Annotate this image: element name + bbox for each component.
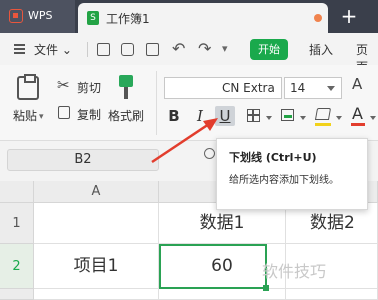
tooltip-title: 下划线 (Ctrl+U) [229,151,317,164]
copy-icon[interactable] [58,106,70,119]
wps-home-tab[interactable]: WPS [0,0,75,33]
file-menu-label: 文件 [34,43,59,57]
underline-tooltip: 下划线 (Ctrl+U) 给所选内容添加下划线。 [216,138,368,210]
workbook-tab-label: 工作簿1 [106,12,150,26]
underline-button[interactable]: U [215,106,235,126]
cell-a3[interactable] [34,289,159,300]
paste-icon[interactable] [17,74,39,100]
selected-cell-border [159,244,267,289]
column-header-a[interactable]: A [34,181,159,203]
fill-handle[interactable] [263,285,269,291]
font-color-swatch [351,123,365,126]
fill-color-swatch [315,123,331,126]
borders-dropdown-icon[interactable] [266,116,272,120]
font-color-button[interactable]: A [352,104,363,123]
fill-color-dropdown-icon[interactable] [336,116,342,120]
undo-icon[interactable]: ↶ [172,39,185,58]
ribbon: 粘贴 ▾ ✂ 剪切 复制 格式刷 CN Extra 14 A B I U A [0,65,378,141]
cell-a1[interactable] [34,203,159,244]
ribbon-divider [156,71,157,135]
font-size-value: 14 [290,81,306,95]
menu-divider [87,42,88,57]
cell-c3[interactable] [286,289,378,300]
copy-button[interactable]: 复制 [77,106,101,123]
paste-button-label[interactable]: 粘贴 [13,107,37,124]
title-bar: WPS S 工作簿1 + [0,0,378,33]
file-menu[interactable]: 文件 ⌄ [34,41,72,58]
watermark: 软件技巧 [262,262,327,281]
borders-icon[interactable] [247,109,260,122]
bold-button[interactable]: B [164,106,184,126]
cell-a2[interactable]: 项目1 [34,244,159,289]
redo-icon[interactable]: ↷ [198,39,211,58]
zoom-icon[interactable] [204,148,215,159]
tab-insert[interactable]: 插入 [309,41,333,58]
italic-button[interactable]: I [190,106,210,126]
unsaved-dot-icon [314,14,322,22]
tab-start[interactable]: 开始 [250,39,288,60]
print-icon[interactable] [121,43,134,56]
fill-color-icon[interactable] [314,108,332,120]
row-header-2[interactable]: 2 [0,244,34,289]
wps-logo-icon [9,9,23,23]
save-icon[interactable] [97,43,110,56]
cut-button[interactable]: 剪切 [77,79,101,96]
scissors-icon[interactable]: ✂ [57,78,70,93]
name-box[interactable]: B2 [7,149,159,171]
font-color-dropdown-icon[interactable] [370,116,376,120]
spreadsheet-icon: S [87,11,99,25]
format-painter-icon[interactable] [119,75,133,99]
new-tab-button[interactable]: + [337,6,361,28]
print-preview-icon[interactable] [146,43,159,56]
cell-style-dropdown-icon[interactable] [300,116,306,120]
paste-dropdown-icon[interactable]: ▾ [39,112,44,122]
row-header-1[interactable]: 1 [0,203,34,244]
quick-access-more-icon[interactable]: ▾ [222,42,228,55]
workbook-tab[interactable]: S 工作簿1 [78,3,328,33]
cell-style-icon[interactable] [281,109,294,121]
hamburger-icon[interactable] [14,44,25,54]
chevron-down-icon [327,86,335,91]
tooltip-description: 给所选内容添加下划线。 [229,175,339,186]
row-header-3[interactable] [0,289,34,300]
format-painter-button[interactable]: 格式刷 [108,107,144,124]
font-size-select[interactable]: 14 [284,77,342,99]
increase-font-size-icon[interactable]: A [352,75,362,93]
wps-tab-label: WPS [28,9,53,22]
corner-select-all[interactable] [0,181,34,203]
menu-bar: 文件 ⌄ ↶ ↷ ▾ 开始 插入 页面 [0,33,378,74]
font-family-select[interactable]: CN Extra [164,77,282,99]
